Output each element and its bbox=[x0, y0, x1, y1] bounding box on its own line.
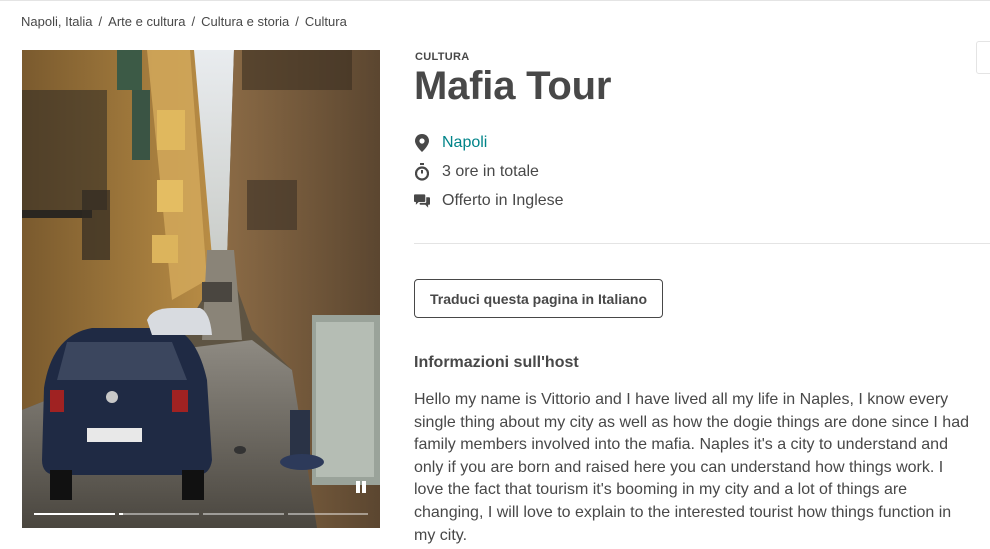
breadcrumb-item-culture[interactable]: Cultura bbox=[305, 14, 347, 29]
progress-segment bbox=[287, 513, 368, 515]
breadcrumb-separator: / bbox=[191, 14, 196, 29]
location-link[interactable]: Napoli bbox=[442, 134, 487, 152]
section-divider bbox=[414, 243, 990, 244]
breadcrumb-separator: / bbox=[295, 14, 299, 29]
top-border bbox=[0, 0, 990, 1]
experience-video[interactable] bbox=[22, 50, 380, 528]
progress-segment-fill bbox=[118, 513, 123, 515]
map-pin-icon bbox=[414, 133, 430, 152]
chat-bubbles-icon bbox=[414, 192, 430, 210]
duration-text: 3 ore in totale bbox=[442, 162, 539, 180]
pause-bar-left bbox=[356, 481, 360, 493]
pause-bar-right bbox=[362, 481, 366, 493]
fact-location: Napoli bbox=[414, 128, 564, 157]
progress-segment bbox=[118, 513, 199, 515]
breadcrumb-item-culture-history[interactable]: Cultura e storia bbox=[201, 14, 289, 29]
progress-segment-fill bbox=[34, 513, 115, 515]
sidebar-card-edge bbox=[976, 41, 990, 74]
translate-page-button[interactable]: Traduci questa pagina in Italiano bbox=[414, 279, 663, 318]
breadcrumb: Napoli, Italia / Arte e cultura / Cultura e … bbox=[21, 14, 347, 29]
progress-segment bbox=[34, 513, 115, 515]
host-section-heading: Informazioni sull'host bbox=[414, 354, 579, 371]
page-title: Mafia Tour bbox=[414, 64, 612, 108]
video-progress bbox=[34, 513, 368, 515]
experience-facts: Napoli 3 ore in totale Offerto in Ingles… bbox=[414, 128, 564, 215]
breadcrumb-item-arts[interactable]: Arte e cultura bbox=[108, 14, 185, 29]
language-text: Offerto in Inglese bbox=[442, 191, 564, 209]
breadcrumb-separator: / bbox=[98, 14, 103, 29]
fact-language: Offerto in Inglese bbox=[414, 186, 564, 215]
breadcrumb-item-city[interactable]: Napoli, Italia bbox=[21, 14, 93, 29]
host-description: Hello my name is Vittorio and I have liv… bbox=[414, 391, 969, 544]
pause-icon[interactable] bbox=[354, 480, 368, 496]
naples-alley-photo bbox=[22, 50, 380, 528]
fact-duration: 3 ore in totale bbox=[414, 157, 564, 186]
progress-segment bbox=[203, 513, 284, 515]
stopwatch-icon bbox=[414, 162, 430, 181]
